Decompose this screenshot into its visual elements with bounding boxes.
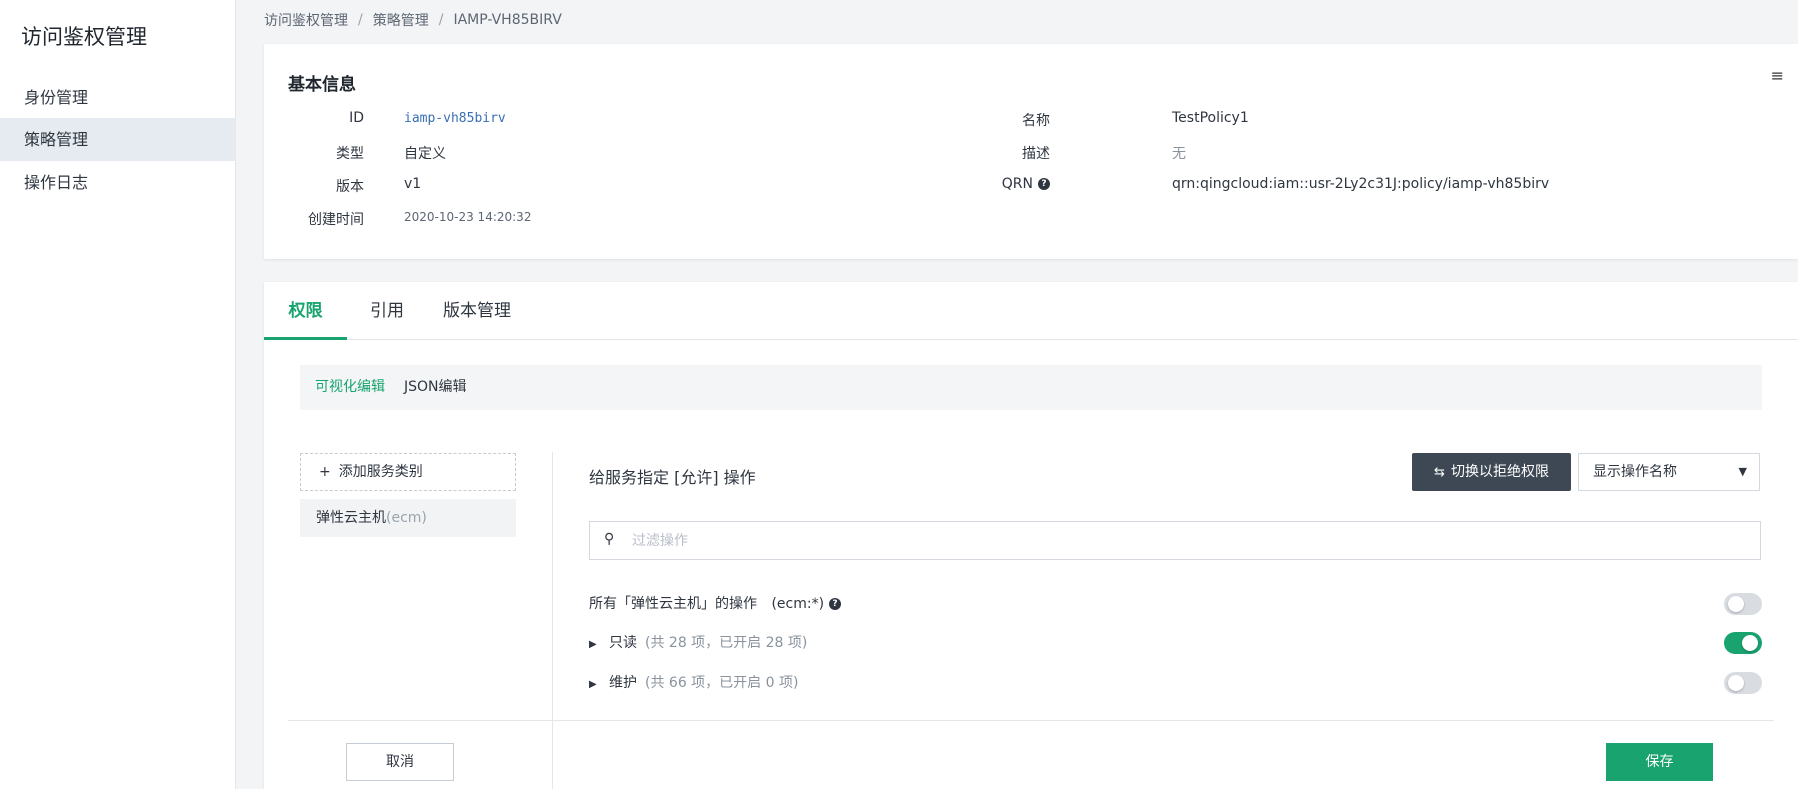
qrn-label: QRN: [1001, 176, 1033, 192]
type-label: 类型: [336, 146, 364, 162]
toggle-knob: [1742, 635, 1758, 651]
display-mode-select[interactable]: 显示操作名称 ▼: [1578, 453, 1760, 491]
maintenance-toggle[interactable]: [1724, 672, 1762, 694]
toggle-knob: [1728, 596, 1744, 612]
help-icon[interactable]: ?: [1038, 178, 1050, 190]
sidebar: 访问鉴权管理 身份管理 策略管理 操作日志: [0, 0, 236, 789]
expand-arrow-icon[interactable]: ▶: [589, 633, 609, 657]
readonly-toggle[interactable]: [1724, 632, 1762, 654]
visual-edit-toggle[interactable]: 可视化编辑: [315, 365, 385, 410]
created-time-label: 创建时间: [308, 212, 364, 228]
created-time-value: 2020-10-23 14:20:32: [404, 210, 532, 224]
breadcrumb-policy[interactable]: 策略管理: [373, 10, 429, 30]
qrn-value: qrn:qingcloud:iam::usr-2Ly2c31J:policy/i…: [1172, 176, 1550, 192]
add-service-label: 添加服务类别: [338, 464, 423, 480]
sidebar-item-logs[interactable]: 操作日志: [0, 161, 235, 204]
app-title: 访问鉴权管理: [21, 25, 147, 49]
save-button[interactable]: 保存: [1606, 743, 1713, 781]
breadcrumb-root[interactable]: 访问鉴权管理: [264, 10, 348, 30]
switch-to-deny-button[interactable]: ⇆ 切换以拒绝权限: [1412, 453, 1571, 491]
add-service-button[interactable]: + 添加服务类别: [300, 453, 516, 491]
tab-references[interactable]: 引用: [347, 282, 427, 340]
all-operations-code: (ecm:*): [771, 596, 825, 612]
all-operations-toggle[interactable]: [1724, 593, 1762, 615]
all-operations-label: 所有「弹性云主机」的操作: [589, 596, 757, 612]
permission-group-name: 维护: [609, 675, 637, 691]
basic-info-card: 基本信息 ≡ ID iamp-vh85birv 类型 自定义 版本 v1 创建时…: [264, 44, 1798, 259]
filter-operations-input[interactable]: [632, 522, 1732, 559]
breadcrumb-current: IAMP-VH85BIRV: [453, 12, 562, 28]
version-value: v1: [404, 176, 422, 192]
sidebar-item-policy[interactable]: 策略管理: [0, 118, 235, 161]
name-label: 名称: [1022, 113, 1050, 129]
permission-group-name: 只读: [609, 635, 637, 651]
breadcrumb-separator: /: [438, 12, 444, 28]
policy-editor-card: 权限 引用 版本管理 可视化编辑 JSON编辑 + 添加服务类别 弹性云主机(ec…: [264, 282, 1798, 789]
qrn-label-wrap: QRN?: [850, 176, 1050, 192]
tab-permissions[interactable]: 权限: [264, 282, 347, 340]
type-value: 自定义: [404, 146, 446, 162]
toggle-knob: [1728, 675, 1744, 691]
divider: [552, 452, 553, 789]
name-value: TestPolicy1: [1172, 110, 1249, 126]
plus-icon: +: [319, 464, 331, 480]
tab-version-management[interactable]: 版本管理: [427, 282, 527, 340]
search-icon: ⚲: [604, 531, 615, 547]
permission-group-meta: (共 28 项，已开启 28 项): [645, 635, 808, 651]
service-item-ecm[interactable]: 弹性云主机(ecm): [300, 499, 516, 537]
id-label: ID: [349, 110, 364, 126]
expand-arrow-icon[interactable]: ▶: [589, 673, 609, 697]
footer-divider: [288, 720, 1774, 721]
all-operations-row: 所有「弹性云主机」的操作 (ecm:*)?: [589, 592, 842, 616]
swap-icon: ⇆: [1434, 465, 1445, 480]
display-mode-value: 显示操作名称: [1593, 464, 1677, 480]
filter-operations-box: ⚲: [589, 521, 1761, 560]
tab-bar: 权限 引用 版本管理: [264, 282, 1798, 340]
description-label: 描述: [1022, 146, 1050, 162]
service-code: (ecm): [386, 510, 427, 526]
service-name: 弹性云主机: [316, 510, 386, 526]
help-icon[interactable]: ?: [829, 598, 842, 610]
edit-mode-bar: 可视化编辑 JSON编辑: [300, 365, 1762, 410]
breadcrumb: 访问鉴权管理 / 策略管理 / IAMP-VH85BIRV: [264, 10, 562, 30]
hamburger-menu-icon[interactable]: ≡: [1771, 66, 1784, 85]
id-value[interactable]: iamp-vh85birv: [404, 111, 506, 126]
policy-effect-title: 给服务指定 [允许] 操作: [589, 468, 756, 487]
description-value: 无: [1172, 146, 1186, 162]
permission-group-row: ▶ 只读 (共 28 项，已开启 28 项): [589, 631, 807, 655]
permission-group-row: ▶ 维护 (共 66 项，已开启 0 项): [589, 671, 798, 695]
json-edit-toggle[interactable]: JSON编辑: [404, 365, 467, 410]
breadcrumb-separator: /: [358, 12, 363, 28]
switch-to-deny-label: 切换以拒绝权限: [1450, 464, 1549, 480]
card-title: 基本信息: [288, 75, 356, 95]
version-label: 版本: [336, 179, 364, 195]
sidebar-item-identity[interactable]: 身份管理: [0, 76, 235, 119]
cancel-button[interactable]: 取消: [346, 743, 454, 781]
permission-group-meta: (共 66 项，已开启 0 项): [645, 675, 799, 691]
caret-down-icon: ▼: [1738, 465, 1747, 478]
